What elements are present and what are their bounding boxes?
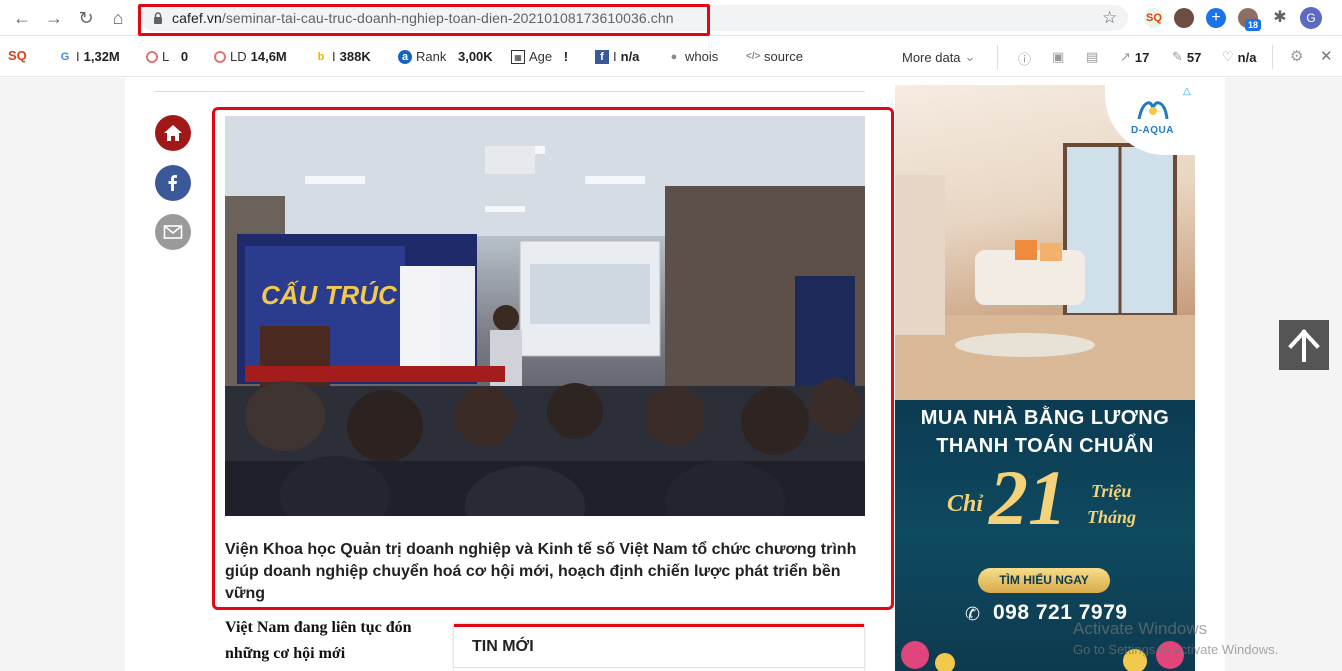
google-icon: G (60, 50, 70, 63)
alexa-icon: a (398, 49, 412, 64)
more-data-dropdown[interactable]: More data ⌄ (902, 49, 975, 65)
social-value: n/a (1237, 49, 1257, 65)
facebook-icon (168, 175, 177, 191)
facebook-likes-item[interactable]: f In/a (595, 49, 639, 64)
profile-avatar[interactable]: G (1300, 7, 1322, 29)
windows-activation-hint: Go to Settings to activate Windows. (1073, 642, 1279, 657)
seoquake-toolbar: SQ G I 1,32M L 0 LD 14,6M b I 388K a Rank 3… (0, 37, 1342, 77)
external-link-icon: ↗ (1120, 49, 1131, 64)
source-item[interactable]: </> source (746, 49, 803, 64)
article-lead: Việt Nam đang liên tục đón những cơ hội … (225, 619, 412, 662)
bookmark-star-icon[interactable]: ☆ (1102, 8, 1117, 28)
google-index-label: I (76, 49, 80, 64)
facebook-value: n/a (620, 49, 640, 64)
age-label: Age (529, 49, 553, 64)
browser-toolbar: ← → ↻ ⌂ cafef.vn/seminar-tai-cau-truc-do… (0, 0, 1342, 36)
circle-icon (214, 50, 226, 63)
puzzle-extensions-icon[interactable]: ✱ (1270, 8, 1290, 28)
ad-price-number: 21 (989, 454, 1067, 541)
l-label: L (162, 49, 170, 64)
house-icon (164, 125, 182, 141)
bing-icon: b (317, 50, 325, 63)
l-value: 0 (180, 49, 189, 64)
windows-activation-watermark: Activate Windows (1073, 619, 1208, 638)
seo-extension-icon[interactable]: SQ (1144, 8, 1164, 28)
ld-item[interactable]: LD 14,6M (214, 49, 287, 64)
heart-icon: ♡ (1222, 49, 1234, 64)
ad-chi-text: Chỉ (947, 491, 984, 517)
daqua-logo-icon (1137, 101, 1169, 120)
plus-extension-icon[interactable]: + (1206, 8, 1226, 28)
calendar-icon: ▦ (511, 49, 525, 64)
external-links-item[interactable]: ↗ 17 (1120, 49, 1149, 65)
info-icon[interactable]: ⓘ (1018, 49, 1031, 68)
close-icon[interactable]: ✕ (1320, 47, 1333, 65)
external-links-value: 17 (1134, 49, 1150, 65)
source-label: source (764, 49, 804, 64)
phone-icon: ✆ (965, 604, 981, 624)
whois-item[interactable]: ● whois (667, 49, 719, 64)
url-highlight-box (138, 4, 710, 36)
reload-icon[interactable]: ↻ (76, 8, 96, 28)
seoquake-logo-icon[interactable]: SQ (8, 48, 27, 63)
bing-index-item[interactable]: b I 388K (314, 49, 371, 64)
age-item[interactable]: ▦ Age ! (511, 49, 568, 64)
facebook-label: I (613, 49, 617, 64)
adchoices-icon[interactable]: △ (1183, 86, 1191, 97)
internal-links-value: 57 (1186, 49, 1202, 65)
ld-label: LD (230, 49, 247, 64)
figure-highlight-box (212, 107, 894, 610)
extension-count-badge: 18 (1245, 19, 1262, 31)
rank-value: 3,00K (457, 49, 493, 64)
facebook-icon: f (595, 49, 609, 64)
toolbar-divider (1272, 45, 1273, 69)
more-data-label: More data (902, 49, 961, 65)
daqua-advertisement[interactable]: D-AQUA △ MUA NHÀ BẰNG LƯƠNG THANH TOÁN C… (895, 85, 1195, 671)
envelope-icon (163, 225, 183, 239)
ext-badge-icon[interactable] (1174, 8, 1194, 28)
social-item[interactable]: ♡ n/a (1222, 49, 1256, 65)
monitor-icon[interactable]: ▣ (1052, 49, 1064, 65)
home-share-button[interactable] (155, 115, 191, 151)
code-icon: </> (746, 50, 761, 62)
whois-label: whois (685, 49, 719, 64)
back-icon[interactable]: ← (12, 8, 32, 28)
ad-headline-1: MUA NHÀ BẰNG LƯƠNG (920, 407, 1170, 429)
bing-index-label: I (332, 49, 336, 64)
forward-icon[interactable]: → (44, 8, 64, 28)
ad-trieu-text: Triệu (1091, 481, 1132, 501)
latest-news-divider (454, 667, 864, 668)
age-value: ! (563, 49, 569, 64)
home-icon[interactable]: ⌂ (108, 8, 128, 28)
bing-index-value: 388K (339, 49, 371, 64)
latest-news-box: TIN MỚI (454, 624, 864, 671)
settings-gear-icon[interactable]: ⚙ (1290, 47, 1303, 65)
latest-news-title[interactable]: TIN MỚI (472, 638, 534, 656)
rank-item[interactable]: a Rank 3,00K (398, 49, 493, 64)
report-icon[interactable]: ▤ (1086, 49, 1098, 65)
circle-icon (146, 50, 158, 63)
ad-learn-more-button[interactable]: TÌM HIỂU NGAY (978, 568, 1110, 593)
google-index-item[interactable]: G I 1,32M (58, 49, 120, 64)
l-item[interactable]: L 0 (146, 49, 188, 64)
internal-links-item[interactable]: ✎ 57 (1172, 49, 1201, 65)
person-icon: ● (670, 50, 678, 63)
google-index-value: 1,32M (83, 49, 120, 64)
ld-value: 14,6M (250, 49, 287, 64)
ad-logo-text: D-AQUA (1131, 125, 1174, 136)
header-divider (154, 91, 865, 92)
scroll-to-top-button[interactable] (1279, 320, 1329, 370)
email-share-button[interactable] (155, 214, 191, 250)
chevron-down-icon: ⌄ (964, 49, 976, 64)
rank-label: Rank (416, 49, 447, 64)
toolbar-divider (997, 45, 998, 69)
facebook-share-button[interactable] (155, 165, 191, 201)
ad-thang-text: Tháng (1087, 507, 1137, 527)
edit-icon: ✎ (1172, 49, 1183, 64)
arrow-up-icon (1288, 329, 1320, 362)
